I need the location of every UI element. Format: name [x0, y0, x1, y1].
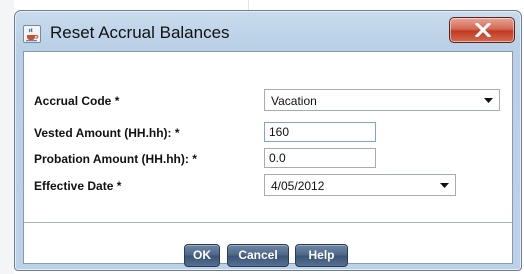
effective-date-value: 4/05/2012	[271, 179, 325, 193]
background-strip	[0, 0, 14, 274]
button-divider	[24, 222, 512, 223]
cancel-button[interactable]: Cancel	[227, 244, 289, 267]
dialog-window: Reset Accrual Balances Accrual Code * Va…	[14, 10, 522, 271]
vested-amount-label: Vested Amount (HH.hh): *	[34, 126, 180, 140]
dialog-title: Reset Accrual Balances	[50, 23, 230, 42]
accrual-code-value: Vacation	[271, 94, 317, 108]
title-bar[interactable]: Reset Accrual Balances	[15, 11, 521, 51]
effective-date-select[interactable]: 4/05/2012	[264, 174, 456, 196]
help-button[interactable]: Help	[295, 244, 348, 267]
probation-amount-input[interactable]	[264, 148, 376, 168]
close-icon	[475, 23, 491, 37]
chevron-down-icon	[440, 183, 449, 188]
dialog-content: Accrual Code * Vacation Vested Amount (H…	[23, 51, 513, 267]
probation-amount-label: Probation Amount (HH.hh): *	[34, 152, 197, 166]
accrual-code-label: Accrual Code *	[34, 94, 120, 108]
vested-amount-input[interactable]	[264, 122, 376, 142]
close-button[interactable]	[449, 17, 515, 43]
ok-button[interactable]: OK	[184, 244, 220, 267]
accrual-code-select[interactable]: Vacation	[264, 89, 500, 111]
background-divider	[248, 0, 249, 10]
java-cup-icon	[23, 25, 41, 43]
chevron-down-icon	[484, 98, 493, 103]
effective-date-label: Effective Date *	[34, 179, 122, 193]
